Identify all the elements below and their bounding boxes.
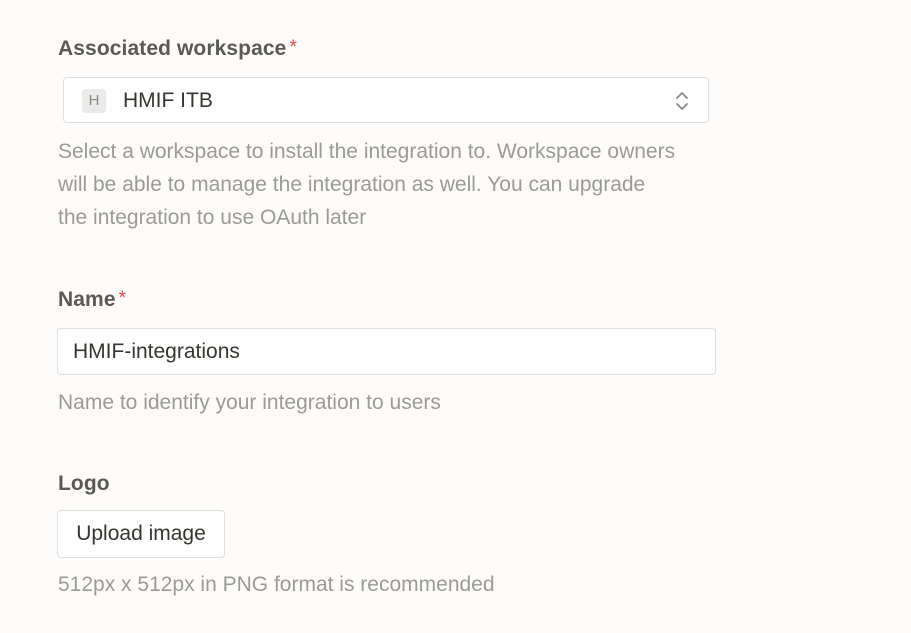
workspace-label-text: Associated workspace: [58, 37, 287, 60]
chevron-up-down-icon: [676, 92, 688, 110]
required-asterisk: *: [118, 288, 127, 309]
upload-image-button[interactable]: Upload image: [57, 510, 225, 558]
name-help-text: Name to identify your integration to use…: [58, 391, 441, 414]
workspace-avatar: H: [82, 89, 106, 113]
workspace-help-line: will be able to manage the integration a…: [58, 173, 646, 196]
logo-help-text: 512px x 512px in PNG format is recommend…: [58, 573, 495, 596]
workspace-help-text: Select a workspace to install the integr…: [58, 135, 675, 234]
workspace-help-line: the integration to use OAuth later: [58, 206, 367, 229]
workspace-field-label: Associated workspace *: [58, 37, 297, 62]
name-field-label: Name *: [58, 288, 126, 313]
name-input[interactable]: [57, 328, 716, 375]
workspace-help-line: Select a workspace to install the integr…: [58, 140, 676, 163]
required-asterisk: *: [289, 37, 297, 58]
name-label-text: Name: [58, 288, 116, 311]
logo-field-label: Logo: [58, 472, 110, 495]
workspace-selected-value: HMIF ITB: [123, 89, 213, 112]
workspace-select[interactable]: H HMIF ITB: [63, 77, 709, 123]
